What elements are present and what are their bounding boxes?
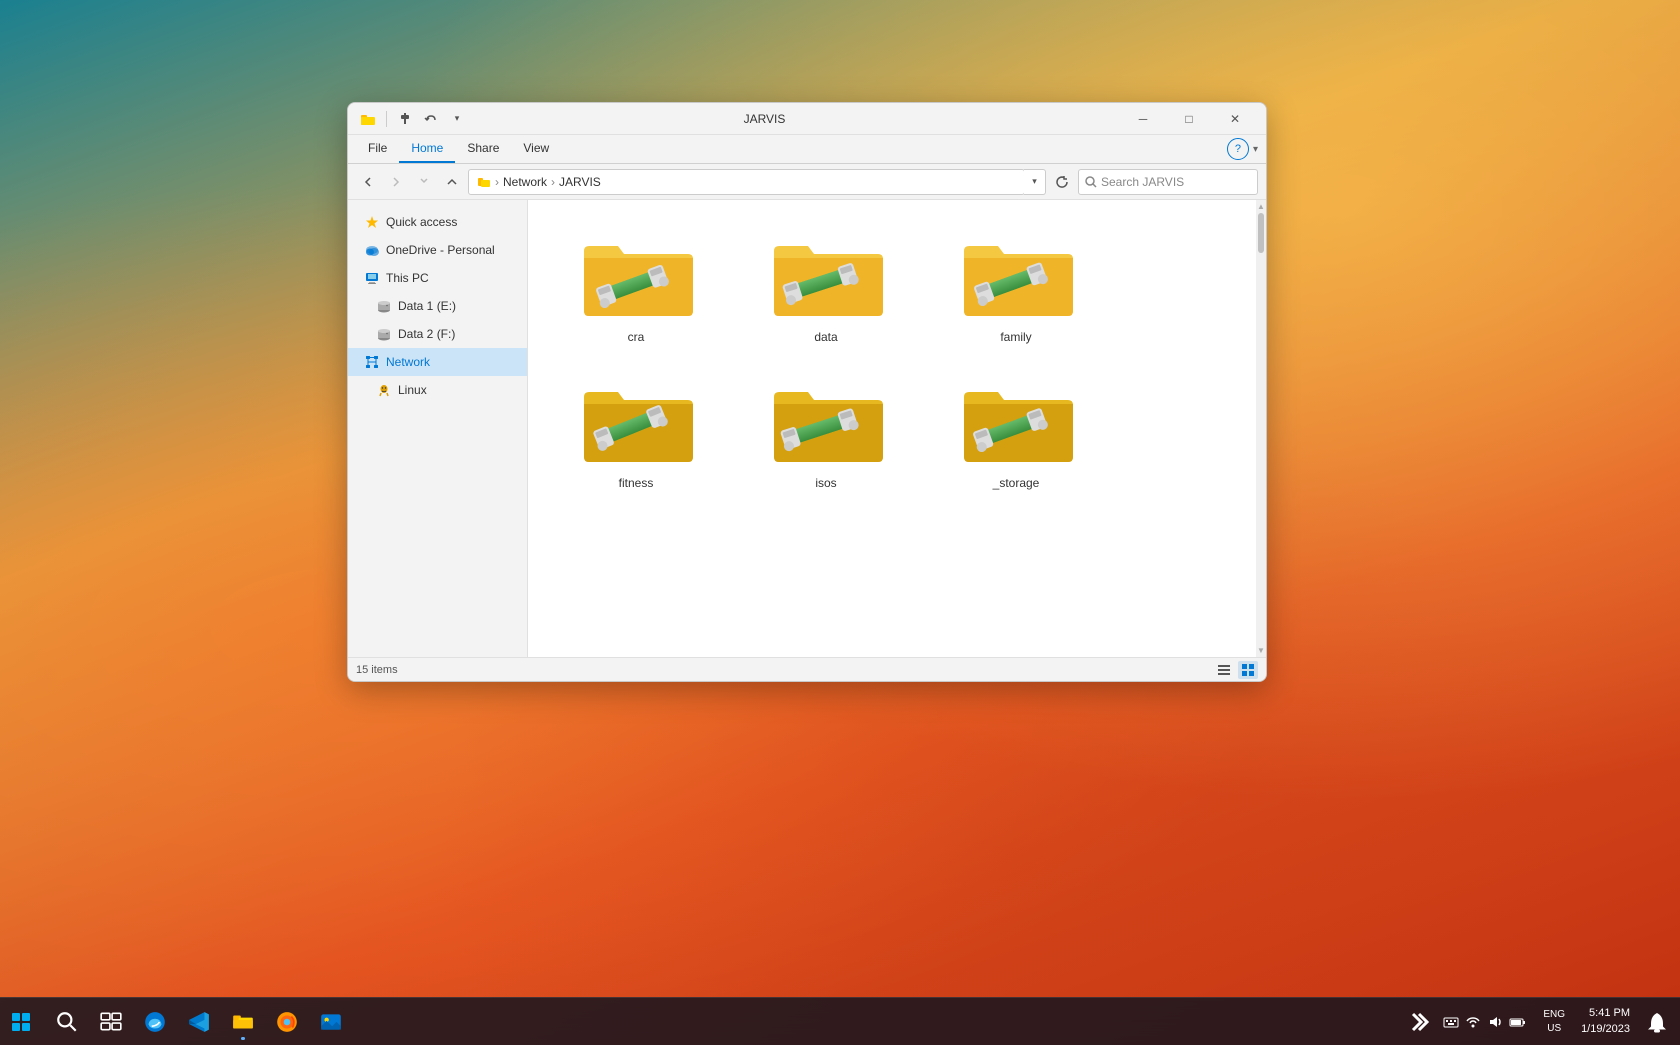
start-button[interactable] (0, 1001, 42, 1043)
sidebar-item-network[interactable]: Network (348, 348, 527, 376)
scrollbar-track[interactable]: ▲ ▼ (1256, 200, 1266, 657)
search-placeholder: Search JARVIS (1101, 175, 1184, 189)
network-label: Network (386, 355, 430, 369)
taskbar-vscode-button[interactable] (178, 1001, 220, 1043)
back-button[interactable] (356, 170, 380, 194)
linux-icon (376, 382, 392, 398)
taskbar-taskview-button[interactable] (90, 1001, 132, 1043)
titlebar: ▾ JARVIS ─ □ ✕ (348, 103, 1266, 135)
folder-isos[interactable]: isos (746, 366, 906, 496)
taskbar: ENG US 5:41 PM 1/19/2023 (0, 997, 1680, 1045)
sidebar-item-data2[interactable]: Data 2 (F:) (348, 320, 527, 348)
data2-label: Data 2 (F:) (398, 327, 455, 341)
folder-data[interactable]: data (746, 220, 906, 350)
folder-isos-label: isos (815, 476, 836, 490)
folder-cra-label: cra (628, 330, 645, 344)
path-jarvis: JARVIS (559, 175, 601, 189)
folder-storage-label: _storage (993, 476, 1040, 490)
linux-label: Linux (398, 383, 427, 397)
statusbar: 15 items (348, 657, 1266, 681)
network-icon (364, 354, 380, 370)
taskbar-firefox-button[interactable] (266, 1001, 308, 1043)
sidebar-item-quick-access[interactable]: Quick access (348, 208, 527, 236)
sidebar-item-linux[interactable]: Linux (348, 376, 527, 404)
minimize-button[interactable]: ─ (1120, 103, 1166, 135)
forward-button[interactable] (384, 170, 408, 194)
folder-family-label: family (1000, 330, 1031, 344)
taskbar-items (42, 1001, 1407, 1043)
data1-drive-icon (376, 298, 392, 314)
battery-icon (1509, 1014, 1527, 1030)
quick-access-label: Quick access (386, 215, 457, 229)
sidebar-item-this-pc[interactable]: This PC (348, 264, 527, 292)
this-pc-label: This PC (386, 271, 429, 285)
path-network: Network (503, 175, 547, 189)
titlebar-separator (386, 111, 387, 127)
taskbar-right: ENG US 5:41 PM 1/19/2023 (1407, 1001, 1680, 1043)
path-separator-2: › (551, 175, 555, 189)
folder-cra[interactable]: cra (556, 220, 716, 350)
sidebar-item-data1[interactable]: Data 1 (E:) (348, 292, 527, 320)
folder-fitness-label: fitness (619, 476, 654, 490)
show-hidden-icons-button[interactable] (1407, 1001, 1431, 1043)
taskbar-explorer-button[interactable] (222, 1001, 264, 1043)
onedrive-icon (364, 242, 380, 258)
file-explorer-window: ▾ JARVIS ─ □ ✕ File Home Share View ? ▾ (347, 102, 1267, 682)
network-tray-icon (1465, 1014, 1481, 1030)
search-box[interactable]: Search JARVIS (1078, 169, 1258, 195)
refresh-button[interactable] (1050, 170, 1074, 194)
up-button[interactable] (440, 170, 464, 194)
tab-file[interactable]: File (356, 135, 399, 163)
speaker-icon (1487, 1014, 1503, 1030)
data2-drive-icon (376, 326, 392, 342)
addressbar: › Network › JARVIS ▾ Search JARVIS (348, 164, 1266, 200)
address-path[interactable]: › Network › JARVIS (468, 169, 1025, 195)
tab-view[interactable]: View (511, 135, 561, 163)
ribbon-chevron-icon[interactable]: ▾ (1253, 144, 1258, 155)
sidebar: Quick access OneDrive - Personal This PC… (348, 200, 528, 657)
system-tray[interactable] (1435, 1010, 1535, 1034)
folder-data-label: data (814, 330, 837, 344)
quick-access-icon (364, 214, 380, 230)
file-area: ▲ ▼ (528, 200, 1266, 657)
date-display: 1/19/2023 (1581, 1022, 1630, 1037)
file-grid: cra (548, 212, 1246, 504)
window-controls: ─ □ ✕ (1120, 103, 1258, 135)
onedrive-label: OneDrive - Personal (386, 243, 495, 257)
taskbar-search-button[interactable] (46, 1001, 88, 1043)
help-button[interactable]: ? (1227, 138, 1249, 160)
folder-storage[interactable]: _storage (936, 366, 1096, 496)
this-pc-icon (364, 270, 380, 286)
window-app-icon (356, 107, 380, 131)
large-icons-view-button[interactable] (1238, 661, 1258, 679)
folder-family[interactable]: family (936, 220, 1096, 350)
main-content: Quick access OneDrive - Personal This PC… (348, 200, 1266, 657)
ribbon-tabs: File Home Share View ? ▾ (348, 135, 1266, 163)
notification-button[interactable] (1642, 1001, 1672, 1043)
maximize-button[interactable]: □ (1166, 103, 1212, 135)
list-view-button[interactable] (1214, 661, 1234, 679)
data1-label: Data 1 (E:) (398, 299, 456, 313)
taskbar-edge-button[interactable] (134, 1001, 176, 1043)
tab-home[interactable]: Home (399, 135, 455, 163)
tab-share[interactable]: Share (455, 135, 511, 163)
window-title: JARVIS (409, 112, 1120, 126)
sidebar-item-onedrive[interactable]: OneDrive - Personal (348, 236, 527, 264)
item-count: 15 items (356, 664, 398, 676)
scrollbar-thumb (1258, 213, 1264, 253)
clock[interactable]: 5:41 PM 1/19/2023 (1573, 1002, 1638, 1041)
keyboard-icon (1443, 1014, 1459, 1030)
time-display: 5:41 PM (1581, 1006, 1630, 1021)
language-indicator[interactable]: ENG US (1539, 1004, 1569, 1040)
statusbar-right (1214, 661, 1258, 679)
address-dropdown-button[interactable]: ▾ (1024, 169, 1046, 195)
taskbar-photos-button[interactable] (310, 1001, 352, 1043)
path-separator-1: › (495, 175, 499, 189)
recent-button[interactable] (412, 170, 436, 194)
folder-fitness[interactable]: fitness (556, 366, 716, 496)
ribbon: File Home Share View ? ▾ (348, 135, 1266, 164)
close-button[interactable]: ✕ (1212, 103, 1258, 135)
